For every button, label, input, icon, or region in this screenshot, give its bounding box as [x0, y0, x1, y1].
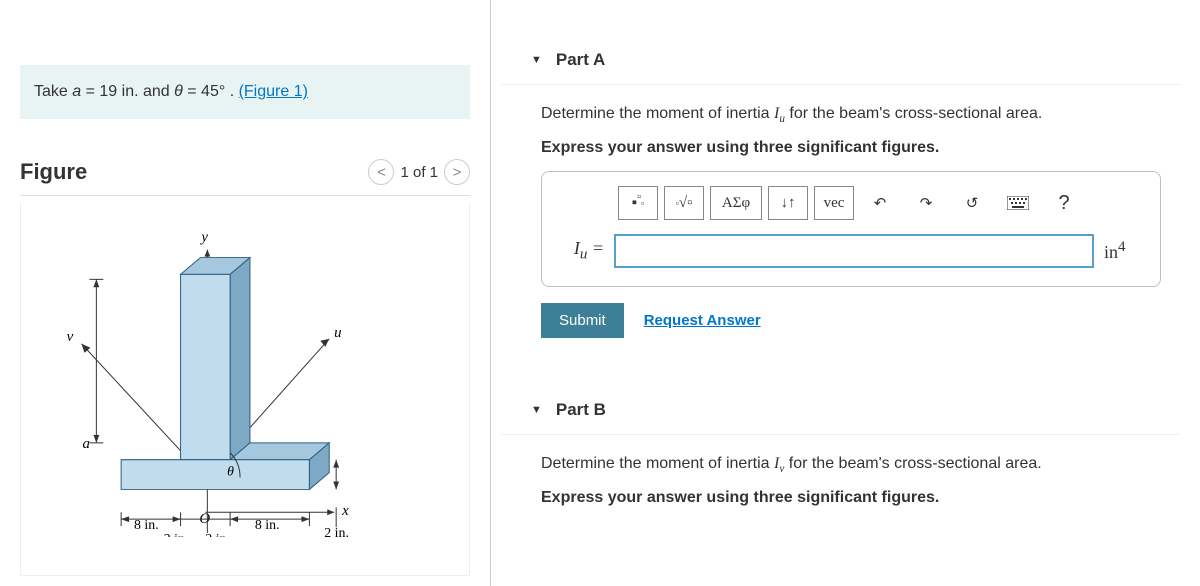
answer-input[interactable] — [614, 234, 1094, 268]
dim-2in-a: 2 in. — [164, 532, 189, 537]
figure-nav: < 1 of 1 > — [368, 159, 470, 185]
figure-header: Figure < 1 of 1 > — [20, 149, 470, 196]
axis-u-label: u — [334, 325, 341, 341]
figure-prev-button[interactable]: < — [368, 159, 394, 185]
instr-text: Take a = 19 in. and θ = 45° . — [34, 83, 239, 100]
figure-next-button[interactable]: > — [444, 159, 470, 185]
instruction-box: Take a = 19 in. and θ = 45° . (Figure 1) — [20, 65, 470, 119]
part-a-actions: Submit Request Answer — [541, 303, 1180, 338]
dim-a-label: a — [82, 436, 89, 452]
dim-8in-a: 8 in. — [134, 518, 159, 533]
right-panel: ▼ Part A Determine the moment of inertia… — [490, 0, 1200, 586]
part-b-title: Part B — [556, 400, 606, 420]
figure-nav-label: 1 of 1 — [400, 164, 438, 181]
dim-8in-b: 8 in. — [255, 518, 280, 533]
reset-button[interactable]: ↺ — [952, 186, 992, 220]
figure-body[interactable]: x y u v a — [20, 202, 470, 576]
theta-label: θ — [227, 465, 234, 480]
part-b-question: Determine the moment of inertia Iv for t… — [501, 455, 1180, 475]
part-a-answer-box: ▪▫▫ ▫√▫ ΑΣφ ↓↑ vec ↶ ↷ ↺ ? Iu = in4 — [541, 171, 1161, 287]
greek-button[interactable]: ΑΣφ — [710, 186, 762, 220]
redo-button[interactable]: ↷ — [906, 186, 946, 220]
answer-unit: in4 — [1104, 239, 1144, 263]
keyboard-button[interactable] — [998, 186, 1038, 220]
undo-button[interactable]: ↶ — [860, 186, 900, 220]
part-a-header[interactable]: ▼ Part A — [501, 30, 1180, 85]
part-a-sigfig: Express your answer using three signific… — [501, 139, 1180, 157]
answer-input-row: Iu = in4 — [558, 234, 1144, 268]
updown-button[interactable]: ↓↑ — [768, 186, 808, 220]
figure-title: Figure — [20, 159, 87, 185]
request-answer-link[interactable]: Request Answer — [644, 312, 761, 329]
part-a-question: Determine the moment of inertia Iu for t… — [501, 105, 1180, 125]
axis-v-label: v — [67, 329, 74, 345]
sqrt-button[interactable]: ▫√▫ — [664, 186, 704, 220]
answer-label: Iu = — [558, 238, 604, 264]
dim-2in-c: 2 in. — [324, 526, 349, 537]
axis-y-label: y — [199, 230, 208, 246]
dim-2in-b: 2 in. — [205, 532, 230, 537]
left-panel: Take a = 19 in. and θ = 45° . (Figure 1)… — [0, 0, 490, 586]
collapse-icon: ▼ — [531, 404, 542, 416]
submit-button[interactable]: Submit — [541, 303, 624, 338]
collapse-icon: ▼ — [531, 54, 542, 66]
figure-svg: x y u v a — [27, 210, 463, 537]
axis-x-label: x — [341, 503, 349, 519]
answer-toolbar: ▪▫▫ ▫√▫ ΑΣφ ↓↑ vec ↶ ↷ ↺ ? — [558, 186, 1144, 220]
figure-link[interactable]: (Figure 1) — [239, 83, 308, 100]
vec-button[interactable]: vec — [814, 186, 854, 220]
part-b-header[interactable]: ▼ Part B — [501, 380, 1180, 435]
part-a-title: Part A — [556, 50, 605, 70]
help-button[interactable]: ? — [1044, 186, 1084, 220]
templates-button[interactable]: ▪▫▫ — [618, 186, 658, 220]
part-b-sigfig: Express your answer using three signific… — [501, 489, 1180, 507]
